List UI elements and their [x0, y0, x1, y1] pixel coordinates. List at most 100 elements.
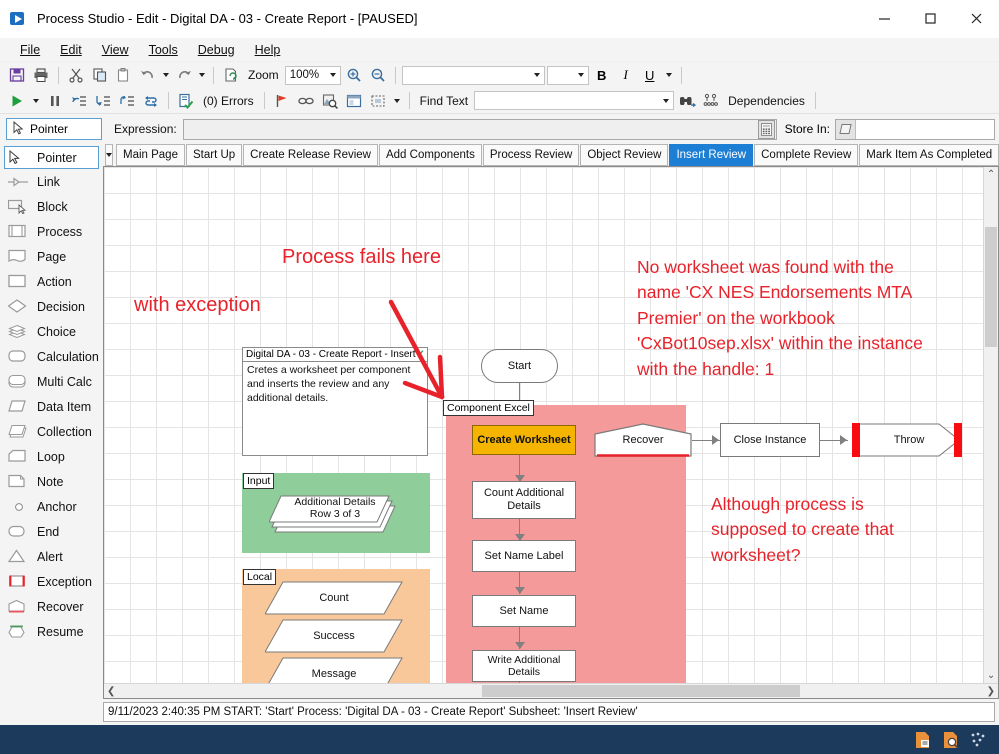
menu-debug[interactable]: Debug: [188, 40, 245, 60]
zoom-out-icon[interactable]: [367, 64, 389, 86]
message-item[interactable]: Message: [265, 657, 403, 683]
canvas-vertical-scrollbar[interactable]: ⌃ ⌄: [983, 167, 998, 683]
paste-icon[interactable]: [113, 64, 135, 86]
find-text-combo[interactable]: [474, 91, 674, 110]
dependencies-label[interactable]: Dependencies: [724, 94, 809, 108]
toolbox-item-process[interactable]: Process: [0, 219, 103, 244]
set-name-label-node[interactable]: Set Name Label: [472, 540, 576, 572]
pause-icon[interactable]: [44, 90, 66, 112]
success-item[interactable]: Success: [265, 619, 403, 653]
toolbox-item-link[interactable]: Link: [0, 169, 103, 194]
tab-start-up[interactable]: Start Up: [186, 144, 242, 166]
toolbox-item-collection[interactable]: Collection: [0, 419, 103, 444]
scroll-right-arrow-icon[interactable]: ❯: [984, 686, 998, 697]
toolbox-item-page[interactable]: Page: [0, 244, 103, 269]
italic-button[interactable]: I: [615, 64, 637, 86]
canvas-horizontal-scrollbar[interactable]: ❮ ❯: [104, 683, 998, 698]
document-app-icon[interactable]: [913, 730, 933, 750]
search-elements-icon[interactable]: [319, 90, 341, 112]
toolbox-item-pointer[interactable]: Pointer: [4, 146, 99, 169]
select-icon[interactable]: [367, 90, 389, 112]
redo-icon[interactable]: [173, 64, 195, 86]
undo-icon[interactable]: [137, 64, 159, 86]
search-app-icon[interactable]: [941, 730, 961, 750]
reset-icon[interactable]: [140, 90, 162, 112]
menu-tools[interactable]: Tools: [139, 40, 188, 60]
menu-edit[interactable]: Edit: [50, 40, 92, 60]
font-size-caret-icon[interactable]: [574, 73, 588, 77]
calculator-icon[interactable]: [758, 120, 775, 139]
close-instance-node[interactable]: Close Instance: [720, 423, 820, 457]
count-additional-details-node[interactable]: Count Additional Details: [472, 481, 576, 519]
save-icon[interactable]: [6, 64, 28, 86]
zoom-caret-icon[interactable]: [326, 73, 340, 77]
vertical-scroll-thumb[interactable]: [985, 227, 997, 347]
redo-dropdown-icon[interactable]: [197, 64, 207, 86]
process-note[interactable]: Digital DA - 03 - Create Report - Insert…: [242, 347, 428, 456]
font-size-combo[interactable]: [547, 66, 589, 85]
tab-create-release-review[interactable]: Create Release Review: [243, 144, 378, 166]
dependencies-icon[interactable]: [700, 90, 722, 112]
tab-process-review[interactable]: Process Review: [483, 144, 579, 166]
binoculars-icon[interactable]: [676, 90, 698, 112]
throw-node[interactable]: Throw: [851, 423, 963, 457]
start-node[interactable]: Start: [481, 349, 558, 383]
toolbox-item-alert[interactable]: Alert: [0, 544, 103, 569]
zoom-in-icon[interactable]: [343, 64, 365, 86]
tab-insert-review[interactable]: Insert Review: [669, 144, 753, 166]
toolbox-item-anchor[interactable]: Anchor: [0, 494, 103, 519]
close-button[interactable]: [953, 4, 999, 34]
pointer-tool-chip[interactable]: Pointer: [6, 118, 102, 140]
horizontal-scroll-thumb[interactable]: [482, 685, 800, 697]
run-dropdown-icon[interactable]: [30, 90, 42, 112]
maximize-button[interactable]: [907, 4, 953, 34]
font-family-combo[interactable]: [402, 66, 545, 85]
font-family-caret-icon[interactable]: [530, 73, 544, 77]
tab-mark-item-as-completed[interactable]: Mark Item As Completed: [859, 144, 999, 166]
scroll-down-arrow-icon[interactable]: ⌄: [984, 670, 998, 681]
copy-icon[interactable]: [89, 64, 111, 86]
toolbox-item-end[interactable]: End: [0, 519, 103, 544]
zoom-combo[interactable]: 100%: [285, 66, 341, 85]
scroll-left-arrow-icon[interactable]: ❮: [104, 686, 118, 697]
toolbox-item-recover[interactable]: Recover: [0, 594, 103, 619]
toolbox-item-calculation[interactable]: Calculation: [0, 344, 103, 369]
store-in-input[interactable]: [835, 119, 995, 140]
tab-add-components[interactable]: Add Components: [379, 144, 482, 166]
toolbox-item-multi-calc[interactable]: Multi Calc: [0, 369, 103, 394]
diagram-canvas[interactable]: Digital DA - 03 - Create Report - Insert…: [104, 167, 983, 683]
toolbox-item-block[interactable]: Block: [0, 194, 103, 219]
toolbox-item-decision[interactable]: Decision: [0, 294, 103, 319]
font-more-caret-icon[interactable]: [663, 64, 675, 86]
bold-button[interactable]: B: [591, 64, 613, 86]
find-text-caret-icon[interactable]: [659, 99, 673, 103]
undo-dropdown-icon[interactable]: [161, 64, 171, 86]
run-icon[interactable]: [6, 90, 28, 112]
set-name-node[interactable]: Set Name: [472, 595, 576, 627]
recover-node[interactable]: Recover: [594, 423, 692, 457]
tab-main-page[interactable]: Main Page: [116, 144, 185, 166]
toolbox-item-choice[interactable]: Choice: [0, 319, 103, 344]
step-out-icon[interactable]: [116, 90, 138, 112]
write-additional-details-node[interactable]: Write Additional Details: [472, 650, 576, 682]
step-over-icon[interactable]: [68, 90, 90, 112]
count-item[interactable]: Count: [265, 581, 403, 615]
step-into-icon[interactable]: [92, 90, 114, 112]
breakpoint-flag-icon[interactable]: [271, 90, 293, 112]
links-icon[interactable]: [295, 90, 317, 112]
tab-object-review[interactable]: Object Review: [580, 144, 668, 166]
toolbox-item-action[interactable]: Action: [0, 269, 103, 294]
validate-icon[interactable]: [175, 90, 197, 112]
menu-view[interactable]: View: [92, 40, 139, 60]
menu-help[interactable]: Help: [245, 40, 291, 60]
print-icon[interactable]: [30, 64, 52, 86]
panels-icon[interactable]: [343, 90, 365, 112]
scroll-up-arrow-icon[interactable]: ⌃: [984, 169, 998, 180]
toolbox-item-loop[interactable]: Loop: [0, 444, 103, 469]
tab-list-dropdown-button[interactable]: [105, 144, 113, 166]
underline-button[interactable]: U: [639, 64, 661, 86]
toolbox-item-resume[interactable]: Resume: [0, 619, 103, 644]
toolbox-item-note[interactable]: Note: [0, 469, 103, 494]
expression-input[interactable]: [183, 119, 777, 140]
toolbox-item-data-item[interactable]: Data Item: [0, 394, 103, 419]
